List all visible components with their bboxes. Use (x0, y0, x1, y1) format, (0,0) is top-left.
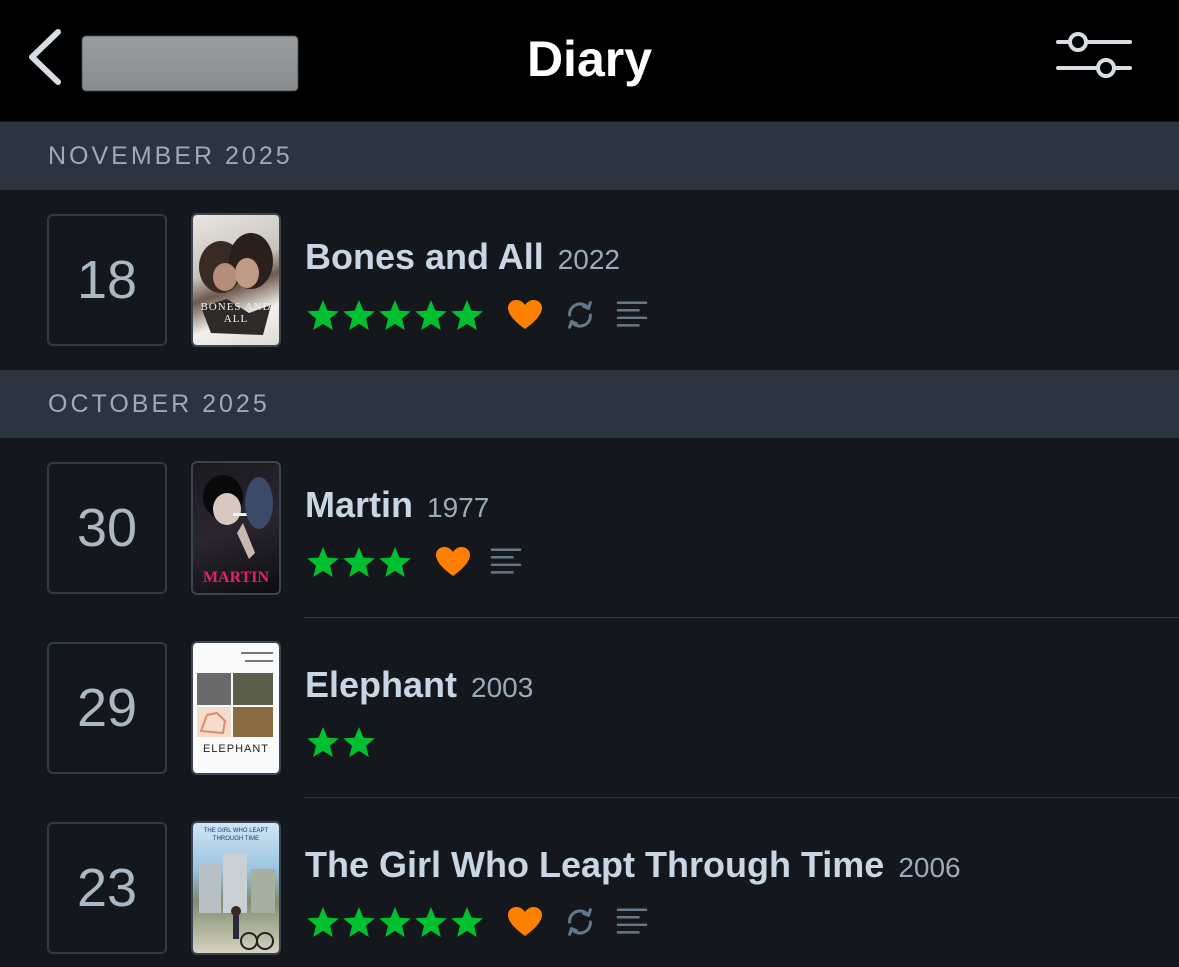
star-icon (379, 300, 411, 330)
heart-icon (485, 905, 543, 939)
entry-title[interactable]: Martin 1977 (305, 483, 489, 530)
entry-day: 23 (47, 822, 167, 954)
star-icon (307, 547, 339, 577)
heart-icon (485, 298, 543, 332)
star-icon (343, 547, 375, 577)
star-icon (451, 300, 483, 330)
star-icon (307, 300, 339, 330)
star-icon (343, 300, 375, 330)
entry-meta (305, 296, 649, 334)
poster-text: BONES AND ALL (200, 301, 272, 325)
entry-day: 30 (47, 462, 167, 594)
star-icon (451, 907, 483, 937)
top-bar: Diary (0, 0, 1179, 121)
star-icon (415, 300, 447, 330)
star-icon (307, 727, 339, 757)
star-icon (343, 727, 375, 757)
review-lines-icon (597, 298, 649, 332)
star-rating (305, 904, 485, 940)
entry-meta (305, 723, 377, 761)
poster-text: MARTIN (202, 569, 270, 586)
poster-text: ELEPHANT (202, 743, 270, 755)
section-label: OCTOBER 2025 (48, 390, 270, 418)
entry-meta (305, 543, 523, 581)
sliders-icon[interactable] (1052, 30, 1136, 80)
diary-entry[interactable]: 23 THE GIRL WHO LEAPT THROUGH TIME The G… (0, 798, 1179, 967)
film-title[interactable]: Martin (305, 484, 413, 525)
film-title[interactable]: The Girl Who Leapt Through Time (305, 844, 884, 885)
diary-entry[interactable]: 18 BONES AND ALL Bones and All 2022 (0, 190, 1179, 370)
entry-title[interactable]: Elephant 2003 (305, 663, 533, 710)
star-icon (415, 907, 447, 937)
diary-entry[interactable]: 30 MARTIN Martin 1977 (0, 438, 1179, 618)
page-title: Diary (526, 31, 653, 87)
section-header-october: OCTOBER 2025 (0, 370, 1179, 438)
review-lines-icon (597, 905, 649, 939)
entry-title[interactable]: Bones and All 2022 (305, 235, 620, 282)
film-year: 2022 (557, 244, 621, 275)
star-rating (305, 724, 377, 760)
poster-image[interactable]: ELEPHANT (191, 641, 281, 775)
poster-image[interactable]: THE GIRL WHO LEAPT THROUGH TIME (191, 821, 281, 955)
rewatch-icon (543, 298, 597, 332)
star-rating (305, 544, 413, 580)
poster-image[interactable]: BONES AND ALL (191, 213, 281, 347)
review-lines-icon (471, 545, 523, 579)
section-header-november: NOVEMBER 2025 (0, 122, 1179, 190)
film-year: 2003 (471, 672, 534, 703)
heart-icon (413, 545, 471, 579)
poster-text: THE GIRL WHO LEAPT THROUGH TIME (203, 828, 269, 842)
film-year: 1977 (427, 492, 490, 523)
star-icon (307, 907, 339, 937)
diary-entry[interactable]: 29 ELEPHANT Elephant 2003 (0, 618, 1179, 798)
entry-title[interactable]: The Girl Who Leapt Through Time 2006 (305, 843, 961, 890)
entry-day: 18 (47, 214, 167, 346)
poster-image[interactable]: MARTIN (191, 461, 281, 595)
star-icon (379, 907, 411, 937)
entry-day: 29 (47, 642, 167, 774)
rewatch-icon (543, 905, 597, 939)
film-year: 2006 (898, 852, 961, 883)
film-title[interactable]: Elephant (305, 664, 457, 705)
section-label: NOVEMBER 2025 (48, 142, 293, 170)
entry-meta (305, 903, 649, 941)
star-icon (379, 547, 411, 577)
star-icon (343, 907, 375, 937)
star-rating (305, 297, 485, 333)
film-title[interactable]: Bones and All (305, 236, 544, 277)
